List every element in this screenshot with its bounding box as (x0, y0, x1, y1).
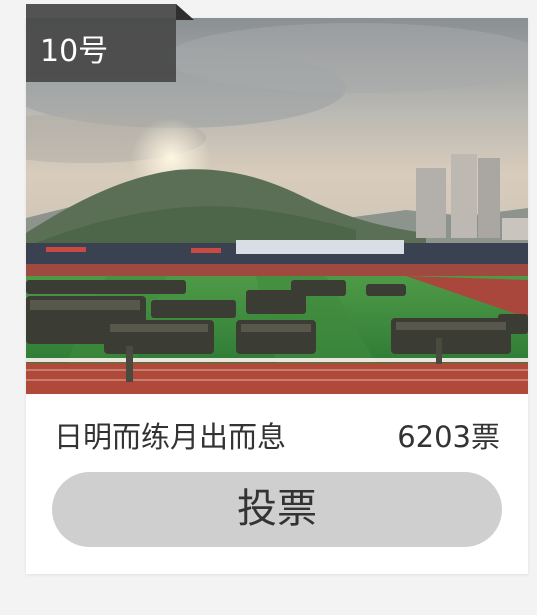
candidate-card[interactable]: 10号 日明而练月出而息 6203票 投票 (26, 4, 528, 574)
vote-button[interactable]: 投票 (52, 472, 502, 547)
candidate-title: 日明而练月出而息 (54, 420, 287, 454)
number-badge: 10号 (26, 4, 194, 82)
vote-count: 6203票 (397, 420, 500, 454)
badge-label: 10号 (40, 34, 109, 69)
